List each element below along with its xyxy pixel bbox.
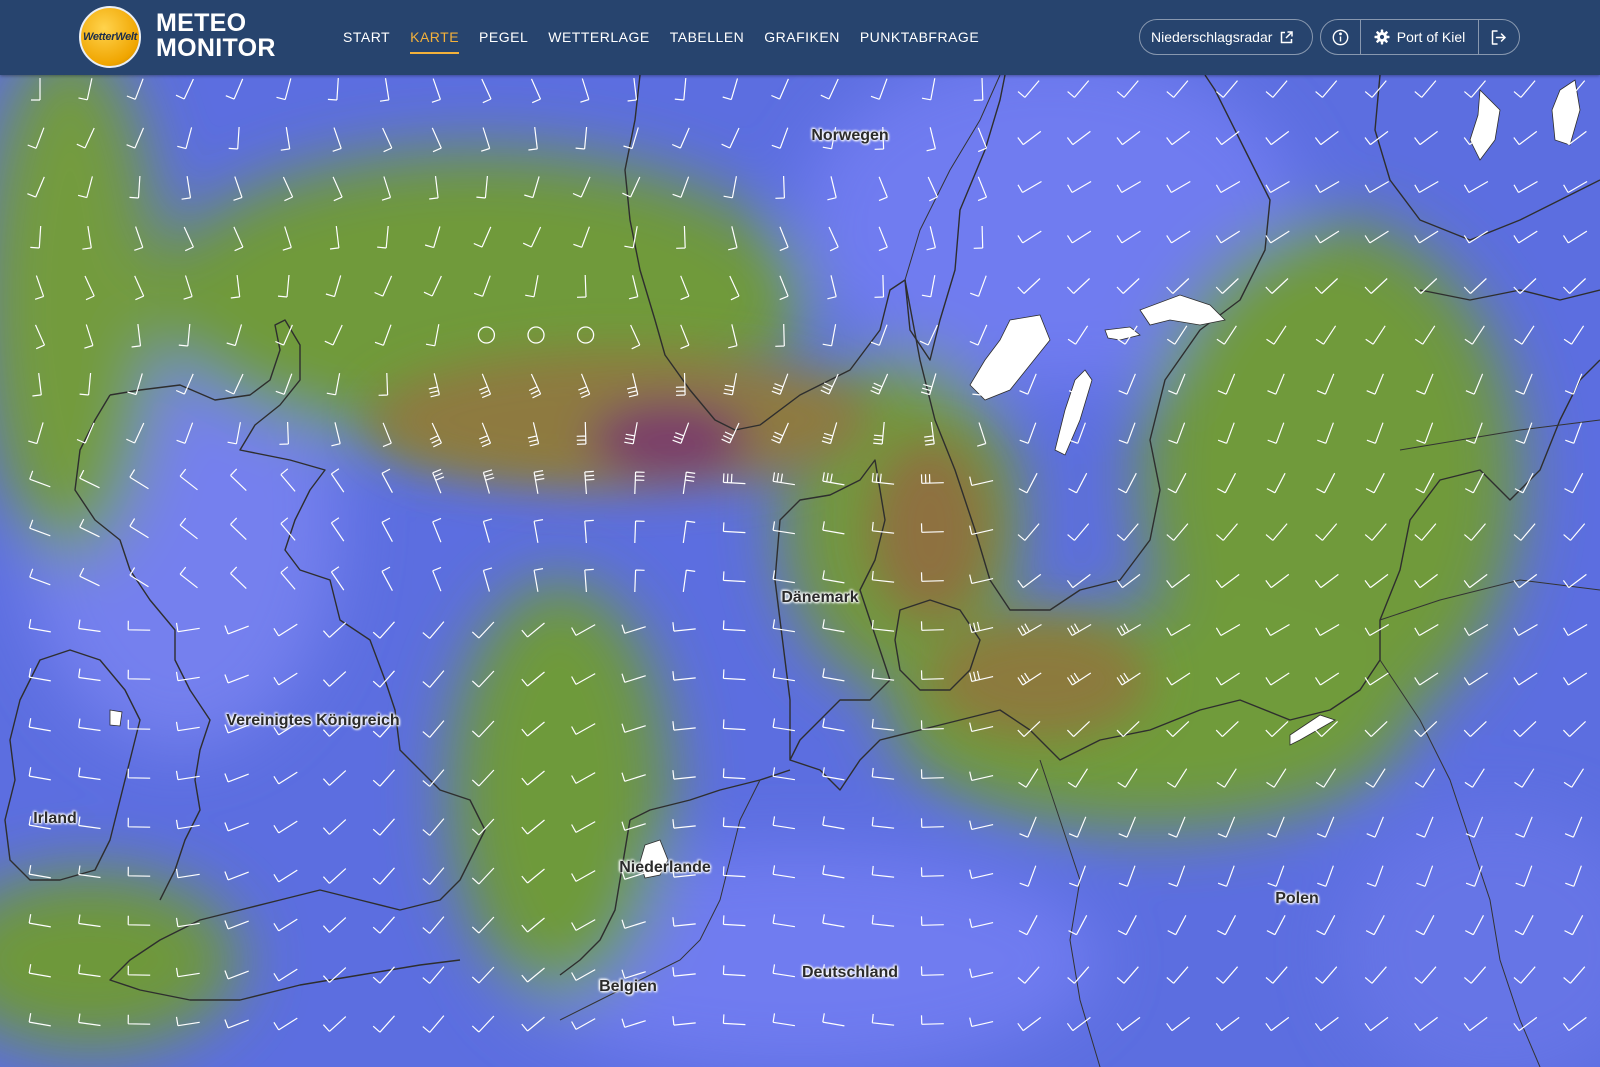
top-navigation-bar: WetterWelt METEO MONITOR START KARTE PEG… [0,0,1600,75]
label-polen: Polen [1275,890,1319,907]
lake-ireland [109,709,123,727]
info-icon [1332,29,1349,45]
label-belgien: Belgien [599,978,657,995]
logout-icon [1492,29,1507,45]
info-button[interactable] [1321,20,1362,54]
nav-karte[interactable]: KARTE [410,29,460,54]
wind-map-canvas[interactable] [0,75,1600,1067]
very-strong-wind-region [590,402,750,478]
nav-start[interactable]: START [343,29,390,54]
label-norwegen: Norwegen [811,127,889,144]
nav-pegel[interactable]: PEGEL [479,29,528,54]
logout-button[interactable] [1479,20,1519,54]
brand-line-1: METEO [156,9,247,37]
user-button-group: Port of Kiel [1320,19,1520,55]
nav-grafiken[interactable]: GRAFIKEN [764,29,840,54]
label-irland: Irland [33,810,77,827]
niederschlagsradar-button[interactable]: Niederschlagsradar [1139,19,1313,55]
app-brand[interactable]: METEO MONITOR [156,11,276,61]
moderate-region [450,580,670,1000]
strong-wind-region [870,440,990,620]
radar-button-label: Niederschlagsradar [1151,29,1273,45]
port-label: Port of Kiel [1396,29,1466,45]
label-niederlande: Niederlande [619,859,711,876]
gear-icon [1374,29,1390,45]
wetterwelt-logo[interactable]: WetterWelt [79,6,141,68]
nav-punktabfrage[interactable]: PUNKTABFRAGE [860,29,979,54]
main-nav: START KARTE PEGEL WETTERLAGE TABELLEN GR… [343,29,979,54]
label-deutschland: Deutschland [801,964,899,981]
external-link-icon [1281,30,1294,43]
port-settings-button[interactable]: Port of Kiel [1361,20,1479,54]
brand-line-2: MONITOR [156,34,276,62]
nav-wetterlage[interactable]: WETTERLAGE [548,29,649,54]
label-vereinigtes-koenigreich: Vereinigtes Königreich [226,712,400,729]
wind-map[interactable]: Norwegen Dänemark Vereinigtes Königreich… [0,75,1600,1067]
nav-tabellen[interactable]: TABELLEN [670,29,745,54]
label-daenemark: Dänemark [781,589,859,606]
